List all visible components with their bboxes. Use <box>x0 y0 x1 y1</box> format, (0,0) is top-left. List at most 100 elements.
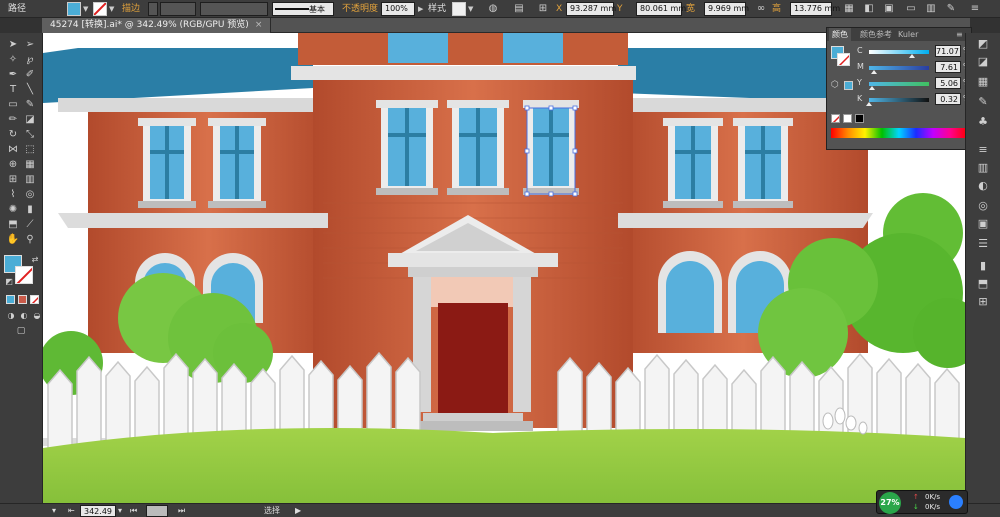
draw-inside-icon[interactable]: ◒ <box>30 309 44 322</box>
free-transform-tool-icon[interactable]: ⬚ <box>23 143 37 156</box>
none-swatch[interactable] <box>831 114 840 123</box>
slider-thumb[interactable] <box>908 54 915 58</box>
status-mode-label[interactable]: 选择 <box>264 505 280 517</box>
color-guide-icon[interactable]: ◪ <box>976 55 990 69</box>
eyedropper-tool-icon[interactable]: ⌇ <box>6 188 20 201</box>
pen-tool-icon[interactable]: ✒ <box>6 68 20 81</box>
opacity-field[interactable]: 100% <box>381 2 415 16</box>
previous-page-icon[interactable]: ⇤ <box>68 505 75 517</box>
transform-icon[interactable]: ▦ <box>842 2 856 15</box>
width-tool-icon[interactable]: ⋈ <box>6 143 20 156</box>
tab-kuler[interactable]: Kuler <box>895 28 921 41</box>
tab-color[interactable]: 颜色 <box>829 28 851 41</box>
chevron-down-icon[interactable]: ▼ <box>468 2 473 16</box>
y-position-field[interactable]: 80.061 mm <box>636 2 686 16</box>
constrain-link-icon[interactable]: ∞ <box>754 2 768 15</box>
graphic-style-swatch[interactable] <box>452 2 466 16</box>
slider-thumb[interactable] <box>869 86 876 90</box>
next-artboard-icon[interactable]: ⏭ <box>178 505 185 517</box>
column-graph-tool-icon[interactable]: ▮ <box>23 203 37 216</box>
slider-thumb[interactable] <box>866 102 873 106</box>
slider-thumb[interactable] <box>870 70 877 74</box>
brush-definition[interactable]: 基本 <box>272 2 334 16</box>
channel-k-value[interactable]: 0.32 <box>935 93 961 105</box>
appearance-icon[interactable]: ◎ <box>976 199 990 213</box>
document-tab[interactable]: 45274 [转换].ai* @ 342.49% (RGB/GPU 预览) × <box>42 18 272 33</box>
symbols-icon[interactable]: ♣ <box>976 115 990 129</box>
variable-width-profile[interactable] <box>200 2 268 16</box>
recolor-artwork-icon[interactable]: ◍ <box>486 2 500 15</box>
direct-selection-tool-icon[interactable]: ➢ <box>23 38 37 51</box>
opacity-arrow-icon[interactable]: ▶ <box>418 2 423 16</box>
channel-y-value[interactable]: 5.06 <box>935 77 961 89</box>
width-field[interactable]: 9.969 mm <box>704 2 749 16</box>
envelope-icon[interactable]: ▭ <box>904 2 918 15</box>
channel-c-slider[interactable] <box>869 50 929 54</box>
gradient-mode-button[interactable] <box>18 295 27 304</box>
slice-tool-icon[interactable]: ⟋ <box>23 218 37 231</box>
status-arrow-icon[interactable]: ▶ <box>295 505 301 517</box>
zoom-menu-icon[interactable]: ▾ <box>52 505 56 517</box>
default-colors-icon[interactable]: ◩ <box>2 275 16 288</box>
transparency-icon[interactable]: ◐ <box>976 179 990 193</box>
mesh-tool-icon[interactable]: ⊞ <box>6 173 20 186</box>
artboards-icon[interactable]: ⬒ <box>976 277 990 291</box>
color-spectrum-bar[interactable] <box>831 128 967 138</box>
panel-menu-icon[interactable]: ≡ <box>968 2 982 15</box>
zoom-tool-icon[interactable]: ⚲ <box>23 233 37 246</box>
reference-point-icon[interactable]: ⊞ <box>536 2 550 15</box>
chevron-down-icon[interactable]: ▼ <box>109 2 114 16</box>
align-panel-icon[interactable]: ⊞ <box>976 295 990 309</box>
reshape-icon[interactable]: ✎ <box>944 2 958 15</box>
curvature-tool-icon[interactable]: ✐ <box>23 68 37 81</box>
brushes-icon[interactable]: ✎ <box>976 95 990 109</box>
symbol-sprayer-tool-icon[interactable]: ✺ <box>6 203 20 216</box>
scale-tool-icon[interactable]: ⤡ <box>23 128 37 141</box>
rectangle-tool-icon[interactable]: ▭ <box>6 98 20 111</box>
type-tool-icon[interactable]: T <box>6 83 20 96</box>
screen-mode-icon[interactable]: ▢ <box>14 325 28 338</box>
color-mode-button[interactable] <box>6 295 15 304</box>
none-mode-button[interactable] <box>30 295 39 304</box>
x-position-field[interactable]: 93.287 mm <box>566 2 616 16</box>
pencil-tool-icon[interactable]: ✏ <box>6 113 20 126</box>
rotate-tool-icon[interactable]: ↻ <box>6 128 20 141</box>
lasso-tool-icon[interactable]: ℘ <box>23 53 37 66</box>
chevron-down-icon[interactable]: ▾ <box>118 505 122 517</box>
tab-color-guide[interactable]: 颜色参考 <box>857 28 895 41</box>
network-monitor-widget[interactable]: 27% 0K/s 0K/s ↑ ↓ <box>876 490 968 514</box>
align-icon[interactable]: ▤ <box>512 2 526 15</box>
paintbrush-tool-icon[interactable]: ✎ <box>23 98 37 111</box>
magic-wand-tool-icon[interactable]: ✧ <box>6 53 20 66</box>
channel-c-value[interactable]: 71.07 <box>935 45 961 57</box>
draw-behind-icon[interactable]: ◐ <box>17 309 31 322</box>
stroke-color-box[interactable] <box>15 266 33 284</box>
opacity-label[interactable]: 不透明度 <box>342 2 378 16</box>
swap-colors-icon[interactable]: ⇄ <box>28 253 42 266</box>
artboard-number-field[interactable] <box>146 505 168 517</box>
gradient-tool-icon[interactable]: ▥ <box>23 173 37 186</box>
isolate-icon[interactable]: ◧ <box>862 2 876 15</box>
channel-m-slider[interactable] <box>869 66 929 70</box>
scrollbar-thumb[interactable]: ▮ <box>976 259 990 273</box>
gradient-icon[interactable]: ▥ <box>976 161 990 175</box>
arrange-icon[interactable]: ▥ <box>924 2 938 15</box>
black-swatch[interactable] <box>855 114 864 123</box>
zoom-level-field[interactable]: 342.49 <box>80 505 116 517</box>
channel-y-slider[interactable] <box>869 82 929 86</box>
white-swatch[interactable] <box>843 114 852 123</box>
close-icon[interactable]: × <box>255 20 263 30</box>
stroke-swatch[interactable] <box>93 2 107 16</box>
shape-builder-tool-icon[interactable]: ⊕ <box>6 158 20 171</box>
height-field[interactable]: 13.776 mm <box>790 2 840 16</box>
isolate-mode-icon[interactable]: ▣ <box>882 2 896 15</box>
eraser-tool-icon[interactable]: ◪ <box>23 113 37 126</box>
blend-tool-icon[interactable]: ◎ <box>23 188 37 201</box>
layers-icon[interactable]: ☰ <box>976 237 990 251</box>
perspective-grid-tool-icon[interactable]: ▦ <box>23 158 37 171</box>
chevron-down-icon[interactable]: ▼ <box>83 2 88 16</box>
fill-swatch[interactable] <box>67 2 81 16</box>
color-panel-icon[interactable]: ◩ <box>976 37 990 51</box>
accelerator-ball-icon[interactable] <box>949 495 963 509</box>
stroke-weight-field[interactable] <box>160 2 196 16</box>
